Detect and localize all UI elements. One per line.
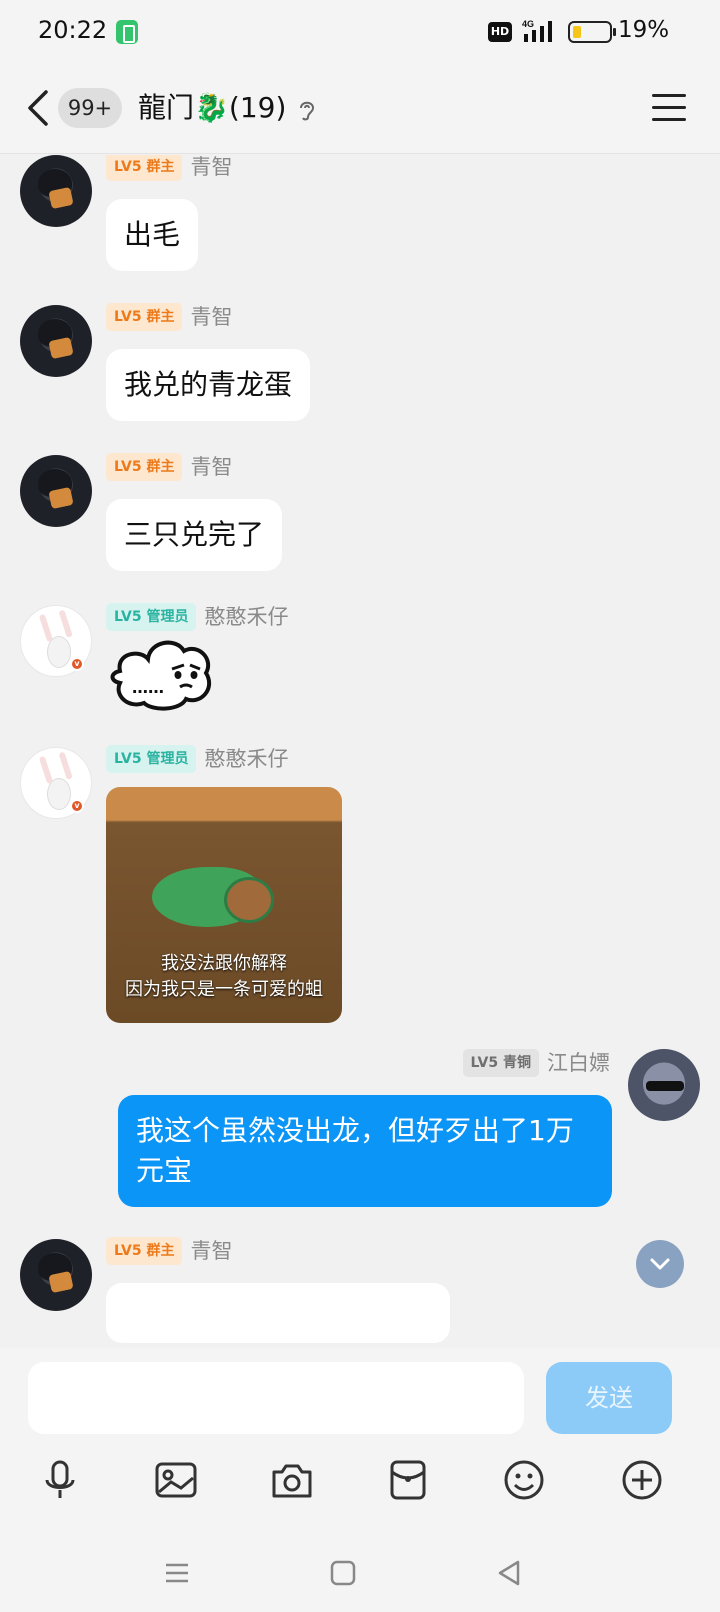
sender-name[interactable]: 青智 — [190, 453, 232, 481]
avatar[interactable] — [628, 1049, 700, 1121]
message-bubble[interactable]: 三只兑完了 — [106, 499, 283, 571]
caption-line-1: 我没法跟你解释 — [161, 953, 287, 974]
send-button[interactable]: 发送 — [546, 1362, 672, 1434]
sender-name[interactable]: 憨憨禾仔 — [204, 603, 288, 631]
message-bubble[interactable]: 我兑的青龙蛋 — [106, 349, 311, 421]
camera-icon[interactable] — [270, 1458, 314, 1502]
message-meta: LV5 群主 青智 — [106, 303, 232, 333]
image-message[interactable]: 我没法跟你解释 因为我只是一条可爱的蛆 — [106, 787, 342, 1023]
dragon-emoji: 🐉 — [194, 91, 229, 124]
microphone-icon[interactable] — [38, 1458, 82, 1502]
signal-icon: 4G — [522, 19, 552, 42]
avatar[interactable] — [20, 155, 92, 227]
ear-icon[interactable] — [296, 98, 318, 122]
scroll-to-bottom-button[interactable] — [636, 1240, 684, 1288]
sender-name[interactable]: 青智 — [190, 303, 232, 331]
group-title[interactable]: 龍门🐉(19) — [138, 88, 286, 128]
verified-badge-icon: v — [70, 657, 84, 671]
message-meta: LV5 青铜 江白嫖 — [462, 1049, 610, 1079]
avatar[interactable] — [20, 1239, 92, 1311]
sender-name[interactable]: 江白嫖 — [547, 1049, 610, 1077]
avatar[interactable] — [20, 455, 92, 527]
toolbar — [0, 1458, 720, 1506]
chevron-down-icon — [650, 1258, 670, 1270]
message-meta: LV5 群主 青智 — [106, 155, 232, 183]
message-list[interactable]: LV5 群主 青智 出毛 LV5 群主 青智 我兑的青龙蛋 LV5 群主 青智 三只兑… — [0, 155, 720, 1348]
system-nav-bar — [0, 1558, 720, 1598]
cloud-sticker[interactable]: …… — [106, 633, 216, 713]
menu-icon[interactable] — [652, 94, 686, 124]
back-arrow-icon[interactable] — [24, 86, 54, 130]
red-packet-icon[interactable] — [386, 1458, 430, 1502]
role-tag: LV5 群主 — [106, 303, 183, 331]
mouse-face — [224, 877, 274, 923]
role-tag: LV5 青铜 — [462, 1049, 539, 1077]
battery-icon — [568, 21, 616, 43]
verified-badge-icon: v — [70, 799, 84, 813]
role-tag: LV5 管理员 — [106, 745, 197, 773]
input-bar: 发送 — [0, 1348, 720, 1612]
image-caption: 我没法跟你解释 因为我只是一条可爱的蛆 — [106, 951, 342, 1003]
sender-name[interactable]: 青智 — [190, 1237, 232, 1265]
status-time: 20:22 — [38, 16, 108, 44]
message-bubble[interactable]: 我这个虽然没出龙，但好歹出了1万元宝 — [118, 1095, 612, 1207]
plus-icon[interactable] — [620, 1458, 664, 1502]
message-meta: LV5 群主 青智 — [106, 1237, 232, 1267]
network-type: 4G — [522, 19, 534, 29]
message-meta: LV5 管理员 憨憨禾仔 — [106, 603, 288, 633]
hd-indicator: HD — [488, 22, 512, 42]
unread-count-badge[interactable]: 99+ — [58, 88, 122, 128]
battery-percent: 19% — [618, 17, 670, 43]
image-icon[interactable] — [154, 1458, 198, 1502]
avatar[interactable] — [20, 305, 92, 377]
app-notification-icon — [116, 20, 138, 44]
caption-line-2: 因为我只是一条可爱的蛆 — [125, 979, 323, 1000]
message-bubble[interactable]: 出毛 — [106, 199, 199, 271]
message-bubble[interactable] — [106, 1283, 450, 1343]
role-tag: LV5 群主 — [106, 453, 183, 481]
role-tag: LV5 群主 — [106, 155, 183, 181]
sticker-text: …… — [132, 678, 164, 697]
role-tag: LV5 管理员 — [106, 603, 197, 631]
recents-icon[interactable] — [162, 1558, 192, 1588]
status-bar: 20:22 HD 4G 19% — [0, 0, 720, 64]
chat-header: 99+ 龍门🐉(19) — [0, 64, 720, 154]
message-input[interactable] — [28, 1362, 524, 1434]
emoji-icon[interactable] — [502, 1458, 546, 1502]
role-tag: LV5 群主 — [106, 1237, 183, 1265]
sender-name[interactable]: 青智 — [190, 155, 232, 181]
member-count: (19) — [228, 91, 287, 124]
message-meta: LV5 管理员 憨憨禾仔 — [106, 745, 288, 775]
sender-name[interactable]: 憨憨禾仔 — [204, 745, 288, 773]
home-icon[interactable] — [328, 1558, 358, 1588]
message-meta: LV5 群主 青智 — [106, 453, 232, 483]
group-name: 龍门 — [138, 91, 195, 124]
back-nav-icon[interactable] — [494, 1558, 524, 1588]
